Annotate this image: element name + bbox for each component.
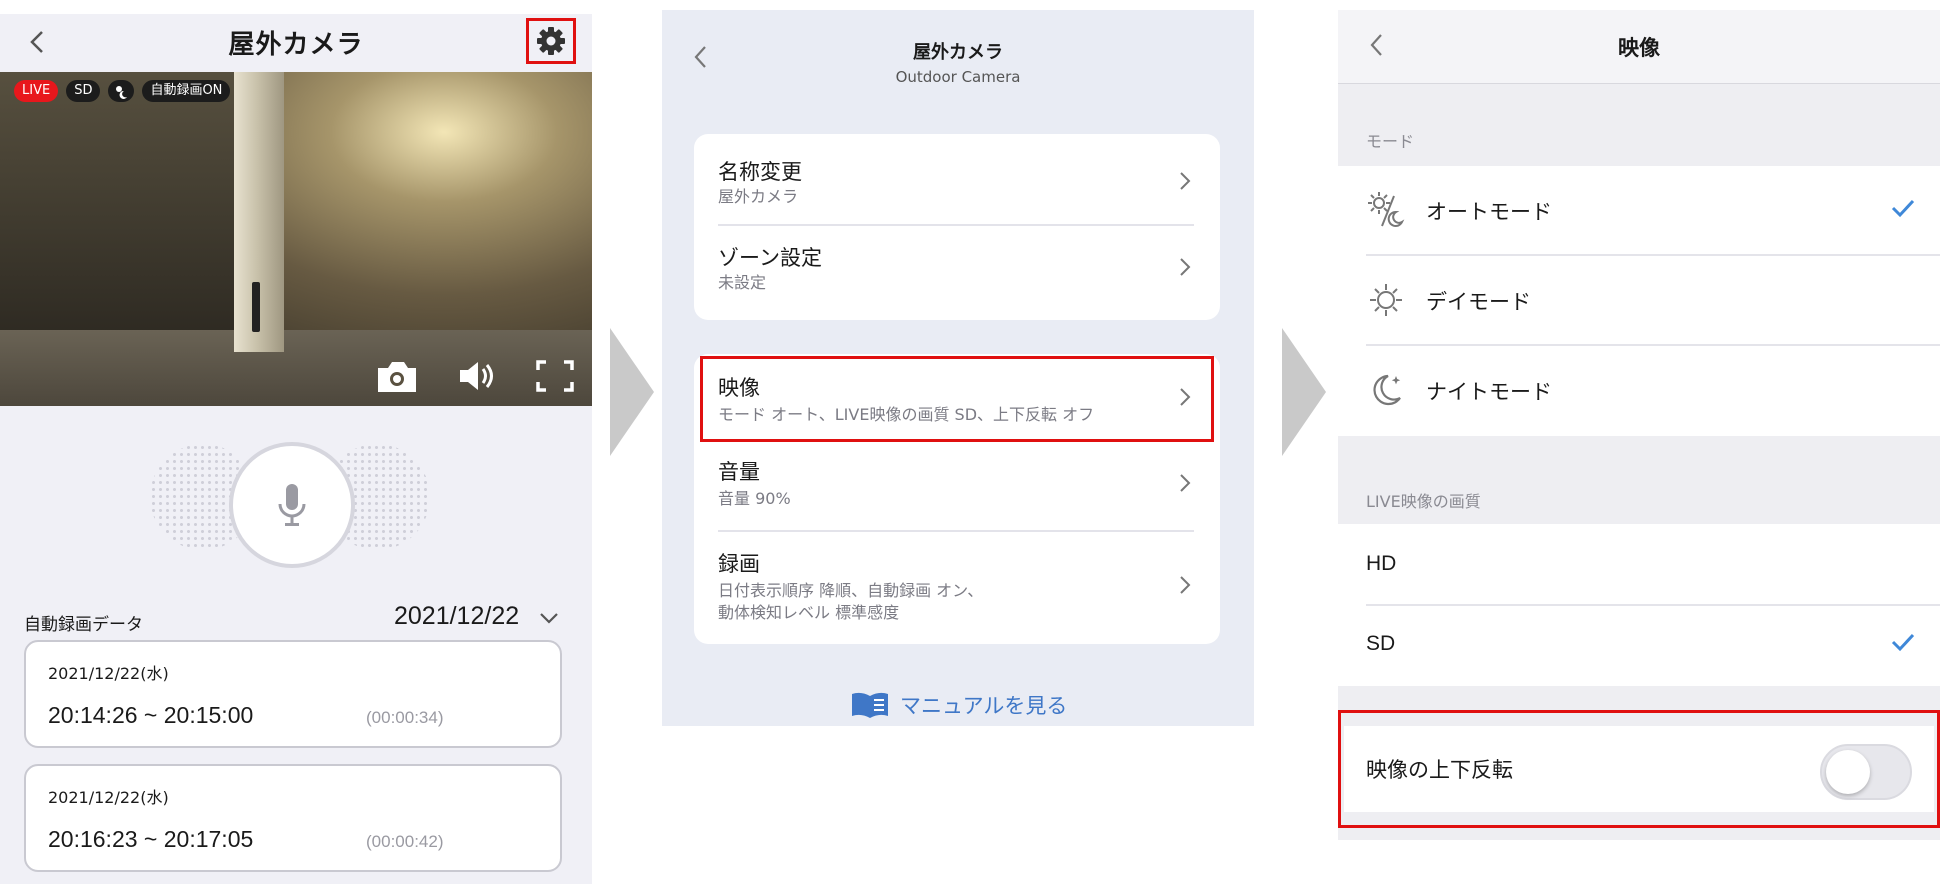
camera-settings-screen: 屋外カメラ Outdoor Camera 名称変更 屋外カメラ ゾーン設定 未設… [662, 10, 1254, 726]
mode-option-day[interactable]: デイモード [1338, 256, 1940, 344]
settings-row-recording[interactable]: 録画 日付表示順序 降順、自動録画 オン、 動体検知レベル 標準感度 [694, 532, 1220, 642]
chevron-right-icon [1180, 258, 1191, 276]
record-section-label: 自動録画データ [24, 615, 143, 635]
row-title: ゾーン設定 [718, 246, 822, 270]
quality-label: SD [1366, 632, 1396, 655]
section-label-mode: モード [1366, 132, 1415, 151]
page-title: 屋外カメラ [228, 30, 364, 60]
talk-button[interactable] [229, 442, 355, 568]
quality-badge: SD [66, 80, 101, 102]
camera-snapshot-icon[interactable] [374, 356, 420, 396]
checkmark-icon [1891, 633, 1915, 652]
auto-record-badge: 自動録画ON [142, 80, 231, 102]
record-duration: (00:00:34) [366, 708, 444, 727]
record-time: 20:16:23 ~ 20:17:05 [48, 826, 254, 852]
record-card[interactable]: 2021/12/22(水) 20:16:23 ~ 20:17:05 (00:00… [24, 764, 562, 872]
quality-option-sd[interactable]: SD [1338, 606, 1940, 686]
highlight-frame [1338, 710, 1940, 828]
row-subtitle: 音量 90% [718, 489, 791, 508]
status-badges: LIVE SD 自動録画ON [14, 80, 231, 102]
quality-option-hd[interactable]: HD [1338, 524, 1940, 604]
auto-mode-icon [116, 86, 128, 99]
mode-label: ナイトモード [1426, 380, 1552, 404]
mode-label: デイモード [1426, 290, 1531, 314]
mode-label: オートモード [1426, 200, 1552, 224]
row-title: 名称変更 [718, 160, 802, 184]
camera-live-screen: 屋外カメラ LIVE SD 自動録画ON 自動録画データ 2021/12/22 … [0, 14, 592, 884]
quality-label: HD [1366, 552, 1397, 575]
live-badge: LIVE [14, 80, 59, 102]
video-scene [0, 72, 235, 362]
record-date: 2021/12/22(水) [48, 664, 169, 683]
mode-option-auto[interactable]: オートモード [1338, 166, 1940, 254]
checkmark-icon [1891, 199, 1915, 218]
video-scene-floor [0, 330, 592, 406]
chevron-right-icon [1180, 172, 1191, 190]
record-duration: (00:00:42) [366, 832, 444, 851]
speaker-icon[interactable] [454, 356, 500, 396]
fullscreen-icon[interactable] [532, 356, 578, 396]
chevron-right-icon [1180, 474, 1191, 492]
settings-row-rename[interactable]: 名称変更 屋外カメラ [694, 134, 1220, 224]
book-icon [852, 692, 888, 718]
microphone-icon [278, 484, 306, 526]
live-video-feed[interactable]: LIVE SD 自動録画ON [0, 72, 592, 406]
mode-option-night[interactable]: ナイトモード [1338, 346, 1940, 434]
row-subtitle: 未設定 [718, 273, 767, 292]
page-title: 映像 [1618, 36, 1660, 60]
record-date: 2021/12/22(水) [48, 788, 169, 807]
mode-list: オートモード デイモード ナイトモード [1338, 166, 1940, 436]
chevron-down-icon[interactable] [538, 610, 560, 626]
settings-button[interactable] [526, 18, 576, 64]
settings-row-volume[interactable]: 音量 音量 90% [694, 442, 1220, 524]
header: 屋外カメラ [0, 14, 592, 72]
step-arrow-icon [610, 328, 654, 456]
video-scene-handle [252, 282, 260, 332]
sun-icon [1370, 284, 1402, 316]
row-title: 音量 [718, 460, 760, 484]
chevron-right-icon [1180, 576, 1191, 594]
talk-area [0, 406, 592, 578]
settings-group-general: 名称変更 屋外カメラ ゾーン設定 未設定 [694, 134, 1220, 320]
record-card[interactable]: 2021/12/22(水) 20:14:26 ~ 20:15:00 (00:00… [24, 640, 562, 748]
record-time: 20:14:26 ~ 20:15:00 [48, 702, 254, 728]
row-subtitle: 日付表示順序 降順、自動録画 オン、 動体検知レベル 標準感度 [718, 581, 984, 622]
gear-icon [537, 27, 565, 55]
row-subtitle: 屋外カメラ [718, 187, 799, 206]
video-settings-screen: 映像 モード オートモード デイモード ナイトモード LIVE映像の画質 HD … [1338, 10, 1940, 840]
manual-link[interactable]: マニュアルを見る [850, 690, 1067, 720]
row-title: 録画 [718, 552, 760, 576]
quality-list: HD SD [1338, 524, 1940, 686]
page-subtitle: Outdoor Camera [895, 68, 1021, 86]
auto-mode-icon [1368, 192, 1405, 227]
auto-mode-badge [108, 80, 135, 102]
manual-link-label: マニュアルを見る [900, 694, 1068, 718]
page-title: 屋外カメラ [913, 42, 1003, 63]
highlight-frame [700, 356, 1214, 442]
header: 映像 [1338, 10, 1940, 84]
settings-row-zone[interactable]: ゾーン設定 未設定 [694, 226, 1220, 318]
moon-icon [1373, 374, 1401, 406]
record-date-select[interactable]: 2021/12/22 [394, 602, 519, 631]
section-label-quality: LIVE映像の画質 [1366, 492, 1481, 511]
step-arrow-icon [1282, 328, 1326, 456]
